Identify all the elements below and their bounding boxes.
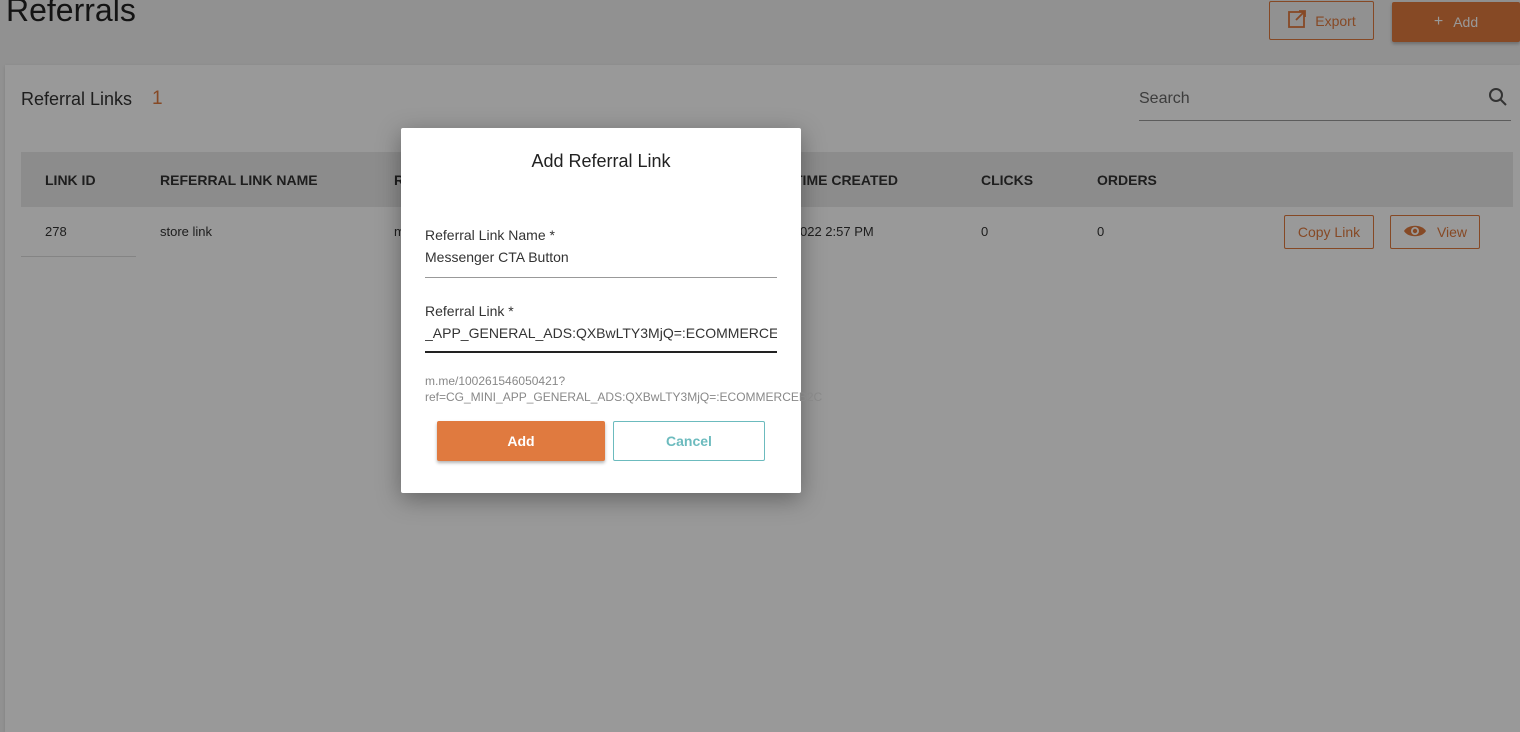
referral-link-label: Referral Link * — [425, 303, 514, 319]
dialog-cancel-button[interactable]: Cancel — [613, 421, 765, 461]
referral-link-preview-line-2: ref=CG_MINI_APP_GENERAL_ADS:QXBwLTY3MjQ=… — [425, 390, 823, 404]
referral-link-name-input[interactable]: Messenger CTA Button — [425, 249, 777, 273]
referral-link-name-label: Referral Link Name * — [425, 227, 555, 243]
referral-link-input[interactable]: _APP_GENERAL_ADS:QXBwLTY3MjQ=:ECOMMERCEB… — [425, 325, 777, 349]
referral-link-name-underline — [425, 277, 777, 278]
referral-link-preview-line-1: m.me/100261546050421? — [425, 374, 566, 388]
referral-link-preview: m.me/100261546050421? ref=CG_MINI_APP_GE… — [425, 373, 823, 405]
dialog-add-button[interactable]: Add — [437, 421, 605, 461]
referral-link-underline — [425, 351, 777, 353]
add-referral-link-dialog: Add Referral Link Referral Link Name * M… — [401, 128, 823, 493]
dialog-title: Add Referral Link — [531, 151, 671, 171]
